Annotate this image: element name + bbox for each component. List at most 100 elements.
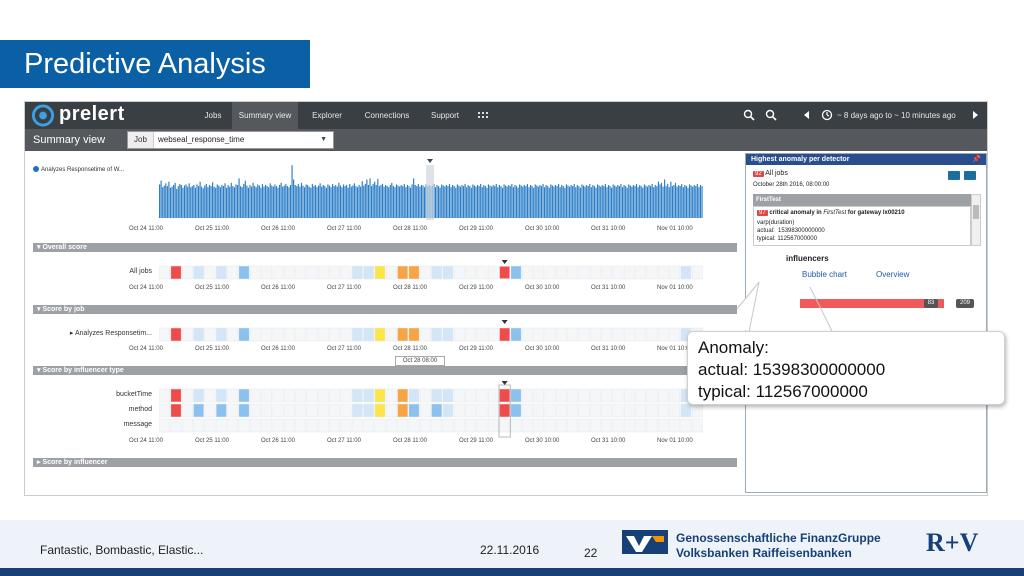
heatmap-cell [431, 327, 443, 342]
influencer-bar-total: 209 [956, 299, 974, 308]
heatmap-cell [476, 388, 488, 403]
heatmap-cell [669, 403, 681, 418]
detail-scrollbar[interactable] [971, 194, 981, 246]
heatmap-cell [374, 327, 386, 342]
nav-tab-support[interactable]: Support [423, 102, 467, 129]
value-bar [252, 182, 254, 218]
value-bar [310, 187, 312, 218]
value-bar [240, 186, 242, 218]
value-bar [212, 182, 214, 218]
value-bar [634, 186, 636, 218]
heatmap-cell [397, 418, 409, 433]
row-label-job[interactable]: ▸ Analyzes Responsetim... [35, 329, 152, 337]
nav-tab-explorer[interactable]: Explorer [303, 102, 351, 129]
tab-bubble-chart[interactable]: Bubble chart [802, 270, 847, 279]
heatmap-cell [283, 403, 295, 418]
nav-tab-jobs[interactable]: Jobs [195, 102, 231, 129]
value-bar [447, 186, 449, 218]
nav-tab-connections[interactable]: Connections [357, 102, 417, 129]
table-icon[interactable] [948, 171, 960, 180]
heatmap-cell [453, 327, 465, 342]
value-bar [321, 186, 323, 218]
value-bar [589, 183, 591, 218]
heatmap-cell [544, 265, 556, 280]
zoom-out-icon[interactable] [765, 109, 777, 121]
heatmap-cell [657, 403, 669, 418]
heatmap-cell [261, 403, 273, 418]
heatmap-cell [204, 403, 216, 418]
value-bar [486, 187, 488, 218]
org-line-1: Genossenschaftliche FinanzGruppe [676, 531, 881, 545]
x-tick-label: Oct 31 10:00 [591, 285, 626, 291]
value-bar [534, 184, 536, 218]
heatmap-cell [612, 403, 624, 418]
section-score-by-influencer[interactable]: ▸ Score by influencer [33, 458, 737, 467]
heatmap-cell [249, 327, 261, 342]
section-overall-score[interactable]: ▾ Overall score [33, 243, 737, 252]
value-bar [361, 181, 363, 218]
heatmap-cell [521, 403, 533, 418]
value-bar [651, 183, 653, 218]
x-tick-label: Oct 25 11:00 [195, 346, 229, 352]
value-bar [548, 187, 550, 218]
actual-value: 15398300000000 [778, 228, 825, 234]
influencer-bar[interactable] [800, 299, 944, 308]
step-back-icon[interactable] [801, 109, 813, 121]
value-bar [282, 186, 284, 218]
x-tick-label: Oct 27 11:00 [327, 438, 361, 444]
value-bar [377, 178, 379, 218]
heatmap-cell [193, 327, 205, 342]
time-range-label[interactable]: ~ 8 days ago to ~ 10 minutes ago [837, 102, 956, 129]
heatmap-cell [578, 327, 590, 342]
heatmap-cell [601, 388, 613, 403]
value-bar [422, 185, 424, 218]
value-bar [650, 186, 652, 218]
heatmap-cell [487, 265, 499, 280]
x-tick-label: Oct 31 10:00 [591, 438, 626, 444]
heatmap-cell [329, 388, 341, 403]
link-icon[interactable] [964, 171, 976, 180]
value-bar [271, 185, 273, 218]
value-bar [180, 185, 182, 218]
grid-menu-icon[interactable] [477, 109, 489, 121]
zoom-in-icon[interactable] [743, 109, 755, 121]
section-score-by-job[interactable]: ▾ Score by job [33, 305, 737, 314]
heatmap-cell [374, 418, 386, 433]
value-bar [533, 187, 535, 218]
clock-icon[interactable] [821, 109, 833, 121]
footer-date: 22.11.2016 [480, 543, 540, 557]
value-bar [185, 184, 187, 218]
section-score-by-influencer-type[interactable]: ▾ Score by influencer type [33, 366, 737, 375]
nav-tab-summary-view[interactable]: Summary view [232, 102, 298, 129]
value-bar [353, 183, 355, 218]
value-bar [603, 186, 605, 218]
scroll-thumb[interactable] [973, 205, 979, 219]
value-bar [202, 188, 204, 218]
value-bar [349, 183, 351, 218]
value-bar [481, 187, 483, 218]
value-bar [400, 185, 402, 218]
heatmap-cell [272, 418, 284, 433]
swimlane-chart[interactable] [25, 151, 745, 496]
value-bar [701, 186, 703, 218]
x-tick-label: Oct 26 11:00 [261, 438, 295, 444]
tab-overview[interactable]: Overview [876, 270, 909, 279]
heatmap-cell [510, 418, 522, 433]
value-bar [372, 183, 374, 218]
step-forward-icon[interactable] [969, 109, 981, 121]
x-tick-label: Oct 25 11:00 [195, 226, 229, 232]
value-bar [584, 186, 586, 218]
heatmap-cell [408, 418, 420, 433]
value-bar [656, 186, 658, 218]
heatmap-cell [623, 418, 635, 433]
pin-icon[interactable]: 📌 [972, 154, 981, 165]
value-bar [257, 184, 259, 218]
value-bar [367, 185, 370, 218]
value-bar [174, 182, 176, 218]
x-tick-label: Oct 26 11:00 [261, 226, 295, 232]
value-bar [551, 185, 553, 218]
heatmap-cell [193, 265, 205, 280]
job-selector[interactable]: Job webseal_response_time ▼ [127, 131, 334, 149]
value-bar [247, 187, 250, 218]
value-bar [657, 181, 659, 218]
